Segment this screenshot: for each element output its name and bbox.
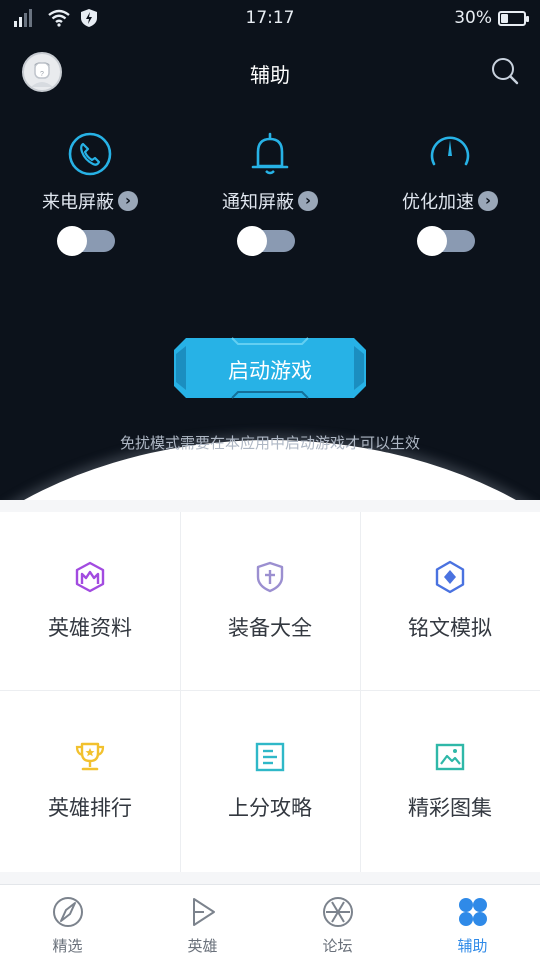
grid-item-label: 上分攻略 [228,796,312,820]
page-title: 辅助 [250,63,290,87]
tab-heroes[interactable]: 英雄 [135,885,270,960]
tab-label: 论坛 [322,937,353,955]
feature-speed-optimize: 优化加速 › [360,130,540,256]
feature-call-block: 来电屏蔽 › [0,130,180,256]
grid-item-label: 装备大全 [228,616,312,640]
speed-optimize-toggle[interactable] [417,226,475,256]
grid-item-label: 英雄资料 [48,616,132,640]
grid-item-inscription[interactable]: 铭文模拟 [360,512,540,692]
notice-text: 免扰模式需要在本应用中启动游戏才可以生效 [119,434,420,452]
battery-icon [498,10,529,26]
feature-label: 通知屏蔽 [222,192,294,213]
shield-cross-icon [256,561,284,593]
chevron-right-icon[interactable]: › [478,191,498,211]
feature-notification-block: 通知屏蔽 › [180,130,360,256]
four-petals-icon [458,898,487,926]
battery-fill [501,13,508,23]
play-triangle-icon [192,898,215,926]
feature-label: 来电屏蔽 [42,192,114,213]
speedometer-icon [430,136,470,166]
hexagon-gem-icon [435,560,465,594]
chevron-right-icon[interactable]: › [118,191,138,211]
tab-label: 英雄 [187,937,218,955]
start-game-button[interactable]: 启动游戏 [172,336,368,400]
tab-featured[interactable]: 精选 [0,885,135,960]
grid-item-strategy[interactable]: 上分攻略 [180,692,360,872]
tab-assist[interactable]: 辅助 [405,885,540,960]
trophy-icon [75,742,105,771]
search-button[interactable] [490,56,520,86]
chevron-right-icon[interactable]: › [298,191,318,211]
aperture-icon [322,897,353,927]
tools-grid: 英雄资料 装备大全 铭文模拟 英雄排行 上分攻略 精彩图集 [0,512,540,872]
title-bar: ? 辅助 [0,40,540,104]
call-block-toggle[interactable] [57,226,115,256]
grid-item-label: 铭文模拟 [408,616,492,640]
toggle-knob [57,226,87,256]
document-icon [255,742,285,772]
bottom-tab-bar: 精选 英雄 论坛 辅助 [0,884,540,960]
feature-label: 优化加速 [402,192,474,213]
grid-item-label: 英雄排行 [48,796,132,820]
notification-block-toggle[interactable] [237,226,295,256]
grid-item-hero-ranking[interactable]: 英雄排行 [0,692,180,872]
compass-icon [52,897,83,927]
phone-icon [68,132,112,176]
grid-item-equipment[interactable]: 装备大全 [180,512,360,692]
grid-item-hero-info[interactable]: 英雄资料 [0,512,180,692]
toggle-knob [237,226,267,256]
bell-icon [251,132,289,175]
start-game-label: 启动游戏 [228,359,312,383]
search-icon [492,58,519,85]
battery-percent: 30% [454,8,492,28]
image-gallery-icon [435,743,465,771]
hero-helmet-icon [75,561,105,593]
tab-label: 精选 [52,937,83,955]
tab-forum[interactable]: 论坛 [270,885,405,960]
grid-item-gallery[interactable]: 精彩图集 [360,692,540,872]
grid-item-label: 精彩图集 [408,796,492,820]
tab-label: 辅助 [457,937,488,955]
toggle-knob [417,226,447,256]
status-bar: 17:17 30% [0,0,540,38]
